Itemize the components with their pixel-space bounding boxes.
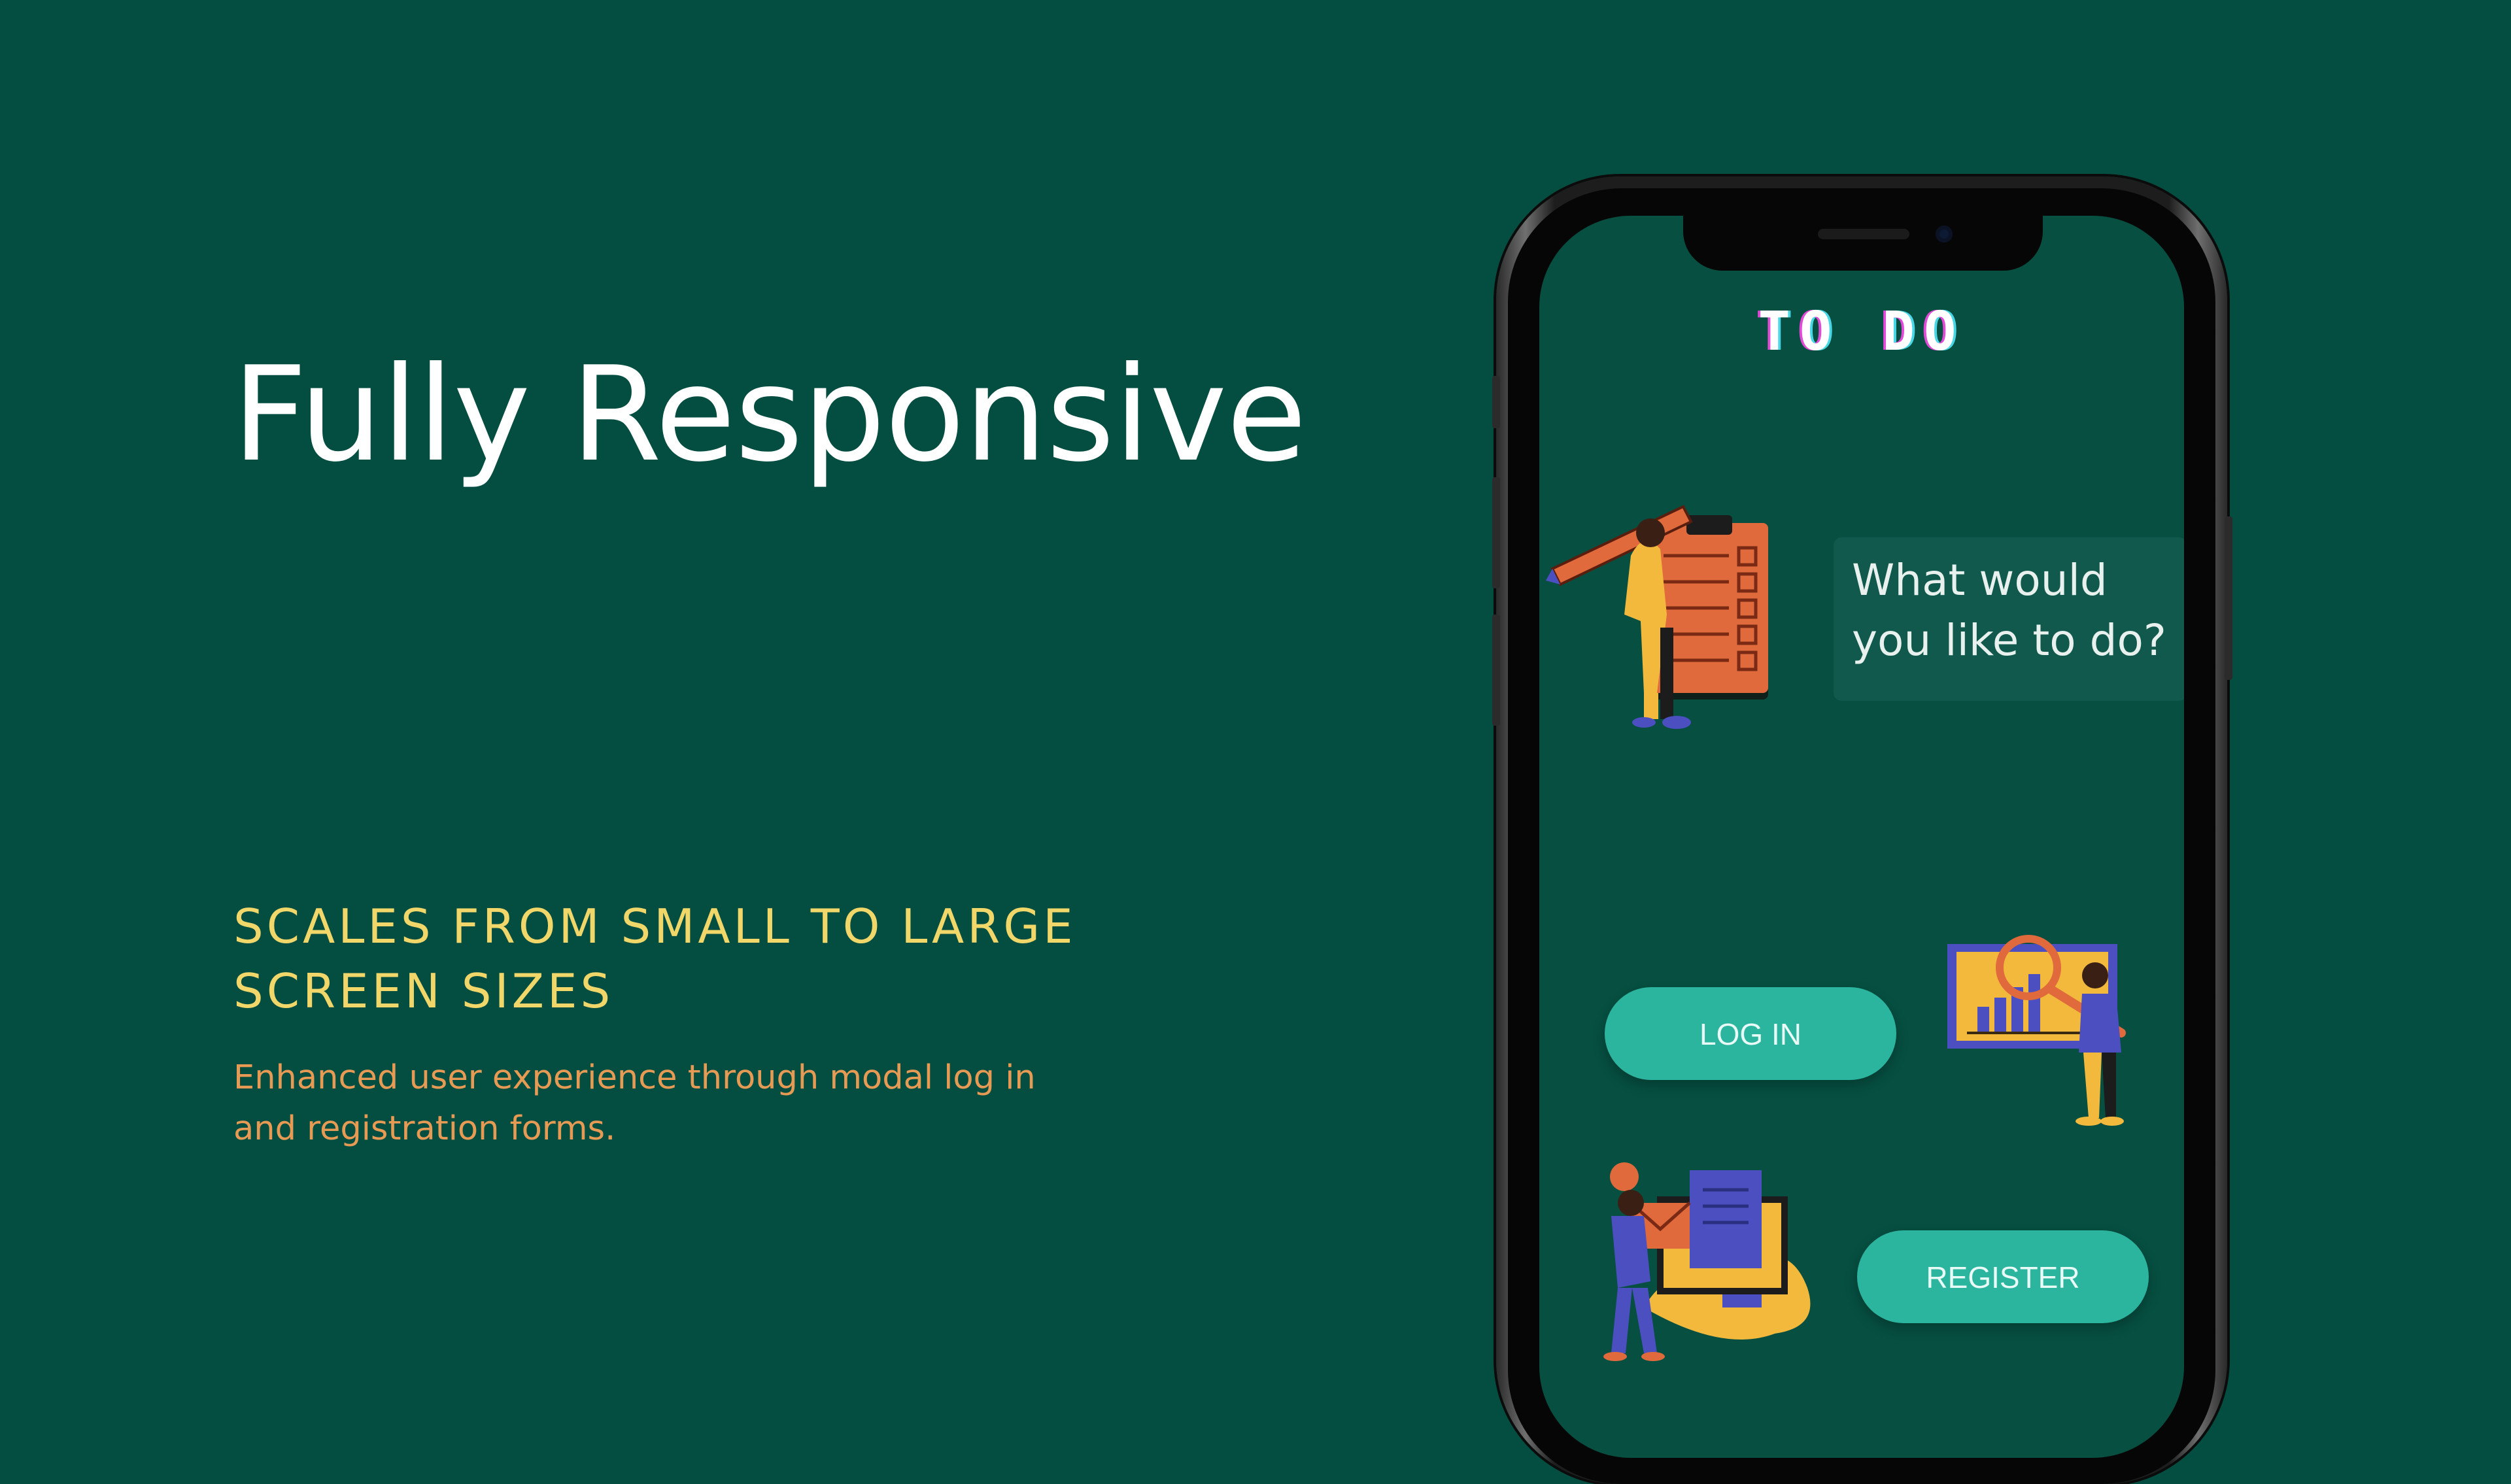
page-title: Fully Responsive xyxy=(232,339,1307,491)
question-line-2: you like to do? xyxy=(1852,615,2166,666)
speaker-grille xyxy=(1818,229,1909,239)
clipboard-pencil-illustration xyxy=(1546,505,1768,729)
login-button[interactable]: LOG IN xyxy=(1605,987,1896,1080)
slide: Fully Responsive SCALES FROM SMALL TO LA… xyxy=(0,0,2511,1484)
phone-volume-down xyxy=(1492,615,1500,726)
subtitle-line-2: SCREEN SIZES xyxy=(233,964,614,1019)
description-line-2: and registration forms. xyxy=(233,1109,616,1148)
question-line-1: What would xyxy=(1852,555,2108,605)
phone-notch xyxy=(1683,208,2043,271)
register-button[interactable]: REGISTER xyxy=(1857,1230,2149,1323)
chart-analysis-illustration xyxy=(1947,935,2126,1126)
front-camera-icon xyxy=(1936,226,1953,243)
question-box: What would you like to do? xyxy=(1834,537,2184,701)
phone-mute-switch xyxy=(1492,376,1500,428)
subtitle-line-1: SCALES FROM SMALL TO LARGE xyxy=(233,899,1076,954)
phone-volume-up xyxy=(1492,477,1500,588)
subtitle: SCALES FROM SMALL TO LARGE SCREEN SIZES xyxy=(233,894,1149,1024)
app-title: TO DO xyxy=(1758,301,1966,363)
phone-screen: TO DO What would you like to do? LOG IN … xyxy=(1539,216,2184,1458)
description: Enhanced user experience through modal l… xyxy=(233,1053,1214,1155)
phone-power-button xyxy=(2225,516,2232,680)
description-line-1: Enhanced user experience through modal l… xyxy=(233,1058,1036,1097)
document-envelope-illustration xyxy=(1603,1162,1811,1361)
